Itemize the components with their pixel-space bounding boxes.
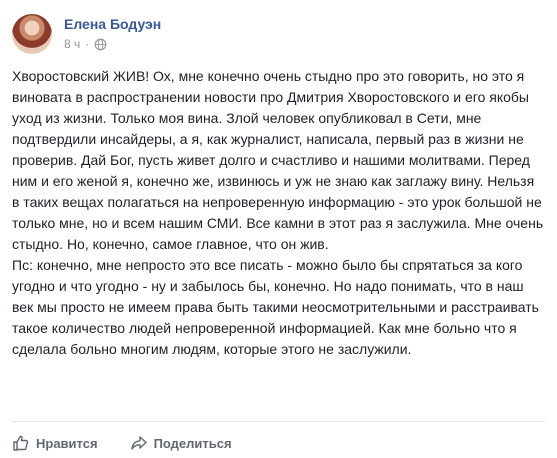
share-label: Поделиться <box>153 435 232 451</box>
share-button[interactable]: Поделиться <box>130 434 232 452</box>
like-label: Нравится <box>36 435 98 451</box>
post-timestamp[interactable]: 8 ч <box>64 37 80 51</box>
post-paragraph-main: Хворостовский ЖИВ! Ох, мне конечно очень… <box>12 68 544 252</box>
author-name[interactable]: Елена Бодуэн <box>64 16 161 32</box>
post-body: Хворостовский ЖИВ! Ох, мне конечно очень… <box>12 66 545 360</box>
post-paragraph-ps: Пс: конечно, мне непросто это все писать… <box>12 257 539 357</box>
thumbs-up-icon <box>13 435 29 451</box>
meta-separator: · <box>85 37 90 51</box>
facebook-post: Елена Бодуэн 8 ч · Хворостовский ЖИВ! Ох… <box>0 0 557 458</box>
post-actions: Нравится Поделиться <box>12 432 232 454</box>
globe-icon[interactable] <box>94 38 107 51</box>
avatar[interactable] <box>12 14 52 54</box>
share-arrow-icon <box>130 436 147 450</box>
actions-divider <box>12 421 545 422</box>
like-button[interactable]: Нравится <box>12 434 98 452</box>
post-meta: 8 ч · <box>64 36 107 52</box>
